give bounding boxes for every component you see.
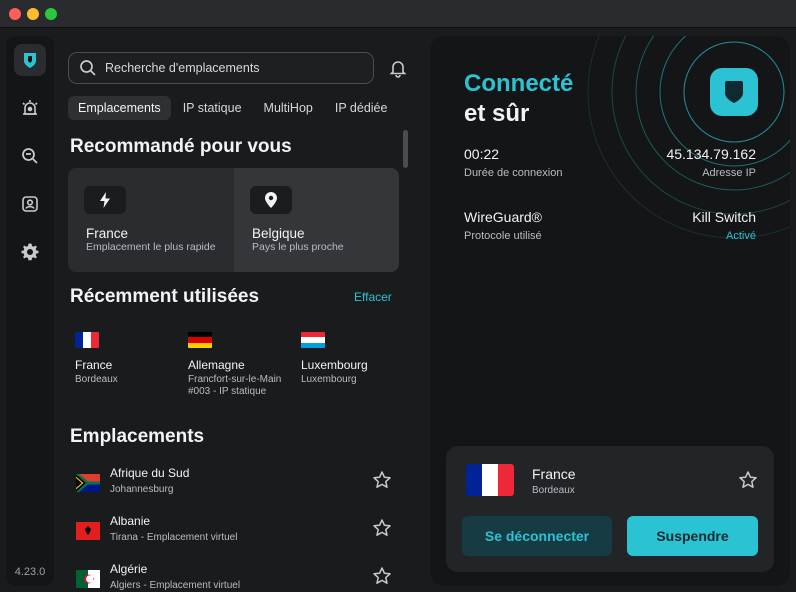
pause-button[interactable]: Suspendre — [627, 516, 758, 556]
flag-south-africa-icon — [76, 474, 100, 492]
list-item[interactable]: Afrique du Sud Johannesburg — [68, 466, 398, 512]
connection-panel: Connecté et sûr 00:22 Durée de connexion… — [430, 36, 790, 586]
clear-recent-button[interactable]: Effacer — [354, 290, 392, 304]
alert-siren-icon[interactable] — [18, 96, 42, 120]
flag-france-icon — [466, 464, 514, 496]
recommended-card-title: Belgique — [252, 226, 305, 241]
ip-address-label: Adresse IP — [702, 167, 756, 179]
scrollbar-thumb[interactable] — [403, 130, 408, 168]
search-input[interactable] — [105, 61, 365, 75]
current-location-city: Bordeaux — [532, 485, 575, 496]
current-location-name: France — [532, 466, 576, 482]
recent-item-name: Allemagne — [188, 358, 245, 372]
recommended-heading: Recommandé pour vous — [70, 136, 292, 157]
tab-dedicated-ip[interactable]: IP dédiée — [325, 96, 398, 120]
locations-heading: Emplacements — [70, 426, 205, 447]
kill-switch-status[interactable]: Activé — [726, 230, 756, 242]
recent-item-name: France — [75, 358, 113, 372]
status-connected: Connecté — [464, 70, 574, 97]
recent-heading: Récemment utilisées — [70, 286, 260, 307]
list-item[interactable]: Algérie Algiers - Emplacement virtuel — [68, 562, 398, 592]
close-window-button[interactable] — [9, 8, 21, 20]
account-icon[interactable] — [18, 192, 42, 216]
recommended-fastest-card[interactable]: France Emplacement le plus rapide — [68, 168, 234, 272]
recent-item-name: Luxembourg — [301, 358, 368, 372]
favorite-star-icon[interactable] — [738, 470, 758, 490]
list-item-name: Algérie — [110, 562, 148, 576]
zoom-window-button[interactable] — [45, 8, 57, 20]
current-location-card: France Bordeaux Se déconnecter Suspendre — [446, 446, 774, 572]
flag-algeria-icon — [76, 570, 100, 588]
tab-locations[interactable]: Emplacements — [68, 96, 171, 120]
flag-germany-icon — [188, 332, 212, 348]
app-logo-shield-icon[interactable] — [14, 44, 46, 76]
minimize-window-button[interactable] — [27, 8, 39, 20]
favorite-star-icon[interactable] — [372, 470, 392, 490]
location-tabs: Emplacements IP statique MultiHop IP déd… — [68, 96, 399, 120]
connection-duration-label: Durée de connexion — [464, 167, 563, 179]
list-item[interactable]: Albanie Tirana - Emplacement virtuel — [68, 514, 398, 560]
recent-item-germany[interactable]: Allemagne Francfort-sur-le-Main #003 - I… — [188, 332, 298, 398]
app-version: 4.23.0 — [14, 566, 46, 578]
protocol-name: WireGuard® — [464, 209, 542, 225]
locations-panel: Emplacements IP statique MultiHop IP déd… — [60, 36, 412, 592]
search-shield-icon[interactable] — [18, 144, 42, 168]
flag-albania-icon — [76, 522, 100, 540]
recent-item-france[interactable]: France Bordeaux — [75, 332, 185, 386]
list-item-sub: Tirana - Emplacement virtuel — [110, 532, 238, 543]
tab-static-ip[interactable]: IP statique — [173, 96, 252, 120]
notifications-bell-icon[interactable] — [388, 58, 408, 78]
ip-address: 45.134.79.162 — [666, 146, 756, 162]
recent-item-sub: Bordeaux — [75, 374, 118, 385]
recommended-card-subtitle: Pays le plus proche — [252, 241, 344, 253]
protocol-label: Protocole utilisé — [464, 230, 542, 242]
connected-shield-icon — [710, 68, 758, 116]
list-item-sub: Johannesburg — [110, 484, 174, 495]
recommended-card-subtitle: Emplacement le plus rapide — [86, 241, 216, 253]
search-icon — [79, 59, 97, 77]
favorite-star-icon[interactable] — [372, 566, 392, 586]
recent-item-luxembourg[interactable]: Luxembourg Luxembourg — [301, 332, 411, 386]
search-box[interactable] — [68, 52, 374, 84]
disconnect-button[interactable]: Se déconnecter — [462, 516, 612, 556]
status-secure: et sûr — [464, 100, 530, 127]
recent-item-sub: Luxembourg — [301, 374, 357, 385]
list-item-name: Afrique du Sud — [110, 466, 190, 480]
list-item-name: Albanie — [110, 514, 151, 528]
kill-switch-title: Kill Switch — [692, 209, 756, 225]
connection-duration: 00:22 — [464, 146, 500, 162]
favorite-star-icon[interactable] — [372, 518, 392, 538]
list-item-sub: Algiers - Emplacement virtuel — [110, 580, 241, 591]
recommended-nearest-card[interactable]: Belgique Pays le plus proche — [234, 168, 399, 272]
location-pin-icon — [250, 186, 292, 214]
tab-multihop[interactable]: MultiHop — [254, 96, 323, 120]
nav-rail: 4.23.0 — [6, 36, 54, 586]
recent-item-sub: Francfort-sur-le-Main #003 - IP statique — [188, 374, 282, 397]
flag-france-icon — [75, 332, 99, 348]
recommended-card-title: France — [86, 226, 129, 241]
flag-luxembourg-icon — [301, 332, 325, 348]
lightning-icon — [84, 186, 126, 214]
settings-gear-icon[interactable] — [18, 240, 42, 264]
window-titlebar — [0, 0, 796, 28]
